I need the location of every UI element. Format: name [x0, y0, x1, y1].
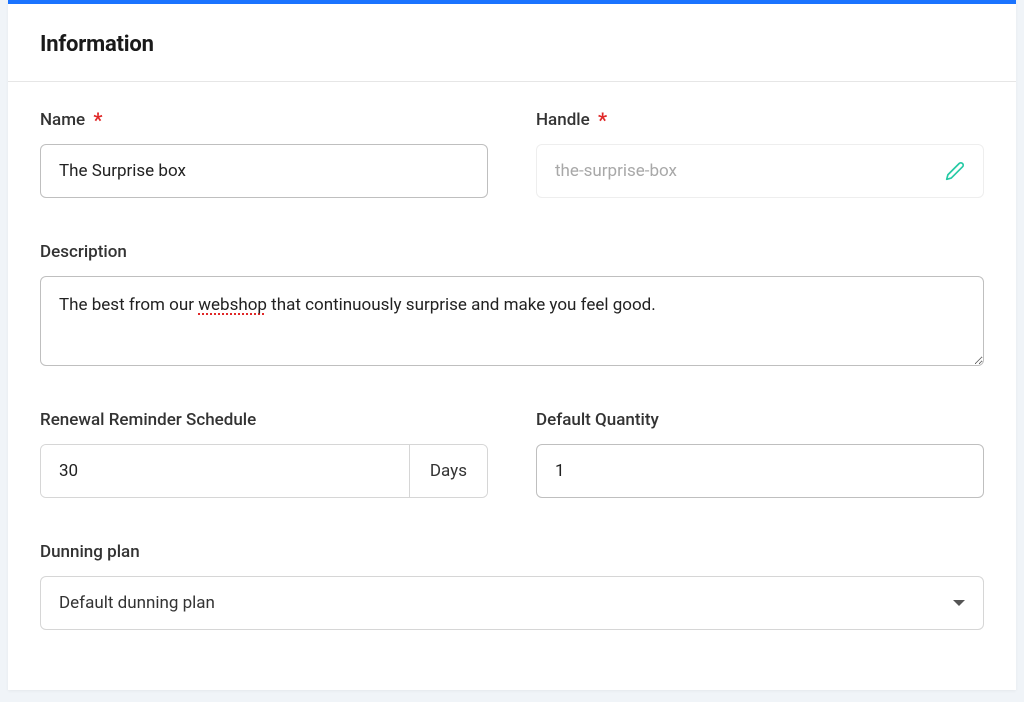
handle-label-wrap: Handle *	[536, 110, 984, 130]
field-default-quantity: Default Quantity	[536, 410, 984, 498]
required-mark: *	[93, 108, 102, 132]
card-body: Name * Handle * the-surprise-box	[8, 82, 1016, 654]
dunning-label: Dunning plan	[40, 542, 984, 562]
description-spellcheck-word: webshop	[198, 295, 267, 315]
description-text-prefix: The best from our	[59, 295, 198, 315]
name-input[interactable]	[40, 144, 488, 198]
required-mark: *	[598, 108, 607, 132]
field-dunning: Dunning plan Default dunning plan	[40, 542, 984, 630]
default-quantity-label: Default Quantity	[536, 410, 984, 430]
dunning-select[interactable]: Default dunning plan	[40, 576, 984, 630]
row-dunning: Dunning plan Default dunning plan	[40, 542, 984, 630]
renewal-input-group: Days	[40, 444, 488, 498]
default-quantity-input[interactable]	[536, 444, 984, 498]
handle-value: the-surprise-box	[555, 161, 945, 181]
description-textarea[interactable]: The best from our webshop that continuou…	[40, 276, 984, 366]
renewal-label: Renewal Reminder Schedule	[40, 410, 488, 430]
description-text-suffix: that continuously surprise and make you …	[267, 295, 656, 315]
renewal-unit: Days	[409, 445, 487, 497]
information-card: Information Name * Handle * the-surprise…	[8, 0, 1016, 690]
row-name-handle: Name * Handle * the-surprise-box	[40, 110, 984, 198]
description-label: Description	[40, 242, 984, 262]
field-name: Name *	[40, 110, 488, 198]
field-renewal: Renewal Reminder Schedule Days	[40, 410, 488, 498]
row-description: Description The best from our webshop th…	[40, 242, 984, 366]
name-label: Name	[40, 110, 85, 130]
section-title: Information	[40, 32, 984, 57]
field-description: Description The best from our webshop th…	[40, 242, 984, 366]
renewal-input[interactable]	[41, 445, 409, 497]
handle-readonly-field: the-surprise-box	[536, 144, 984, 198]
name-label-wrap: Name *	[40, 110, 488, 130]
dunning-selected: Default dunning plan	[59, 593, 953, 613]
caret-down-icon	[953, 600, 965, 606]
handle-label: Handle	[536, 110, 590, 130]
card-header: Information	[8, 4, 1016, 82]
row-renewal-qty: Renewal Reminder Schedule Days Default Q…	[40, 410, 984, 498]
pencil-icon[interactable]	[945, 161, 965, 181]
field-handle: Handle * the-surprise-box	[536, 110, 984, 198]
